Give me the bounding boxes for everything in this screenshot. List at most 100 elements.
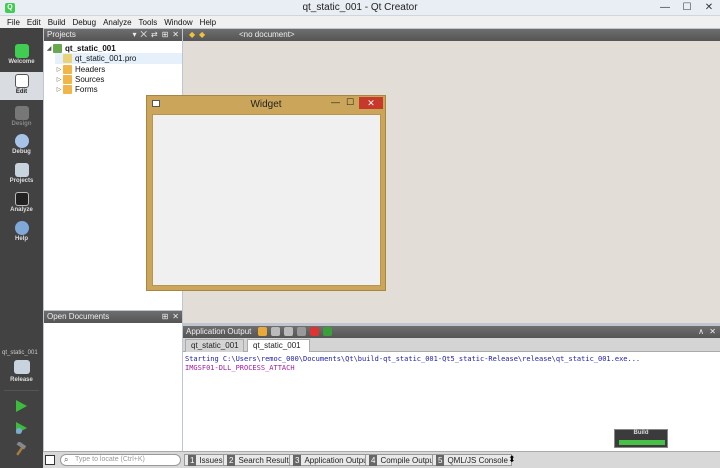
menu-build[interactable]: Build <box>48 18 66 27</box>
build-progress[interactable]: Build <box>614 429 668 448</box>
pane-qml-console[interactable]: 5 QML/JS Console <box>432 454 512 466</box>
run-icon[interactable] <box>14 399 28 413</box>
mode-bar: Welcome Edit Design Debug Projects Analy… <box>0 28 43 468</box>
pro-file-icon <box>63 54 72 63</box>
mode-design[interactable]: Design <box>0 104 43 132</box>
mode-help-label: Help <box>14 236 28 242</box>
collapse-arrow-icon[interactable]: ▷ <box>55 86 63 93</box>
more-panes-icon[interactable]: ⬍ <box>508 454 516 465</box>
tree-item-label: Headers <box>75 65 106 74</box>
output-line: Starting C:\Users\remoc_000\Documents\Qt… <box>185 355 641 363</box>
nav-forward-icon[interactable]: ◆ <box>199 30 205 39</box>
pane-compile-output[interactable]: 4 Compile Output <box>365 454 441 466</box>
application-output-header: Application Output ∧ ✕ <box>183 326 720 338</box>
pane-application-output[interactable]: 3 Application Output <box>289 454 374 466</box>
debug-run-icon[interactable] <box>14 421 28 435</box>
output-tab-label: qt_static_001 <box>191 341 239 350</box>
mode-edit[interactable]: Edit <box>0 72 43 100</box>
locator-input[interactable]: ⌕ Type to locate (Ctrl+K) <box>60 454 181 466</box>
sync-icon[interactable]: ⇄ <box>151 29 158 41</box>
hammer-build-icon[interactable] <box>14 442 28 456</box>
pane-label: Compile Output <box>380 456 437 465</box>
close-button[interactable]: ✕ <box>698 0 720 16</box>
widget-close-button[interactable]: ✕ <box>359 97 383 109</box>
sources-folder-icon <box>63 75 72 84</box>
build-progress-bar <box>619 440 665 445</box>
tree-item-pro-file[interactable]: qt_static_001.pro <box>55 53 182 64</box>
mode-projects[interactable]: Projects <box>0 161 43 189</box>
filter-tree-icon[interactable]: ⨉ <box>140 29 146 41</box>
prev-icon[interactable] <box>271 327 280 336</box>
widget-minimize-button[interactable]: — <box>331 97 340 107</box>
widget-client-area[interactable] <box>152 114 381 286</box>
mode-welcome[interactable]: Welcome <box>0 42 43 70</box>
application-output-tabs: qt_static_001✕ qt_static_001✕ <box>183 338 720 363</box>
menu-file[interactable]: File <box>7 18 20 27</box>
tree-item-forms[interactable]: ▷ Forms <box>55 84 98 95</box>
settings-icon[interactable] <box>323 327 332 336</box>
mode-projects-label: Projects <box>9 178 34 184</box>
attach-icon[interactable] <box>258 327 267 336</box>
stop-icon[interactable] <box>310 327 319 336</box>
close-panel-icon[interactable]: ✕ <box>172 311 179 323</box>
projects-panel-title[interactable]: Projects <box>47 29 76 41</box>
pane-search-results[interactable]: 2 Search Results <box>223 454 297 466</box>
monitor-icon <box>13 360 30 374</box>
menu-window[interactable]: Window <box>164 18 192 27</box>
filter-icon[interactable]: ▾ <box>132 29 136 41</box>
output-tab-1[interactable]: qt_static_001✕ <box>185 339 244 363</box>
document-selector[interactable]: <no document> <box>239 30 295 39</box>
editor-toolbar: ◆ ◆ <no document> <box>183 29 720 41</box>
design-icon <box>14 106 29 120</box>
mode-analyze[interactable]: Analyze <box>0 190 43 218</box>
tree-item-label: Sources <box>75 75 105 84</box>
output-tab-2[interactable]: qt_static_001✕ <box>247 339 310 363</box>
split-icon[interactable]: ⊞ <box>162 311 169 323</box>
collapse-arrow-icon[interactable]: ▷ <box>55 66 63 73</box>
next-icon[interactable] <box>284 327 293 336</box>
split-icon[interactable]: ⊞ <box>162 29 169 41</box>
projects-icon <box>14 163 29 177</box>
pane-issues[interactable]: 1 Issues <box>184 454 227 466</box>
application-output-title[interactable]: Application Output <box>186 327 251 336</box>
expand-arrow-icon[interactable]: ◢ <box>45 45 53 52</box>
close-panel-icon[interactable]: ✕ <box>709 326 716 338</box>
close-panel-icon[interactable]: ✕ <box>172 29 179 41</box>
maximize-button[interactable]: ☐ <box>676 0 698 16</box>
menu-debug[interactable]: Debug <box>72 18 96 27</box>
maximize-panel-icon[interactable]: ∧ <box>698 326 704 338</box>
mode-help[interactable]: Help <box>0 219 43 247</box>
help-icon <box>14 221 29 235</box>
project-folder-icon <box>53 44 62 53</box>
widget-window[interactable]: Widget — ☐ ✕ <box>146 95 386 291</box>
pane-label: Application Output <box>304 456 370 465</box>
mode-design-label: Design <box>11 121 32 127</box>
kit-selector-label[interactable]: qt_static_001 <box>2 350 38 356</box>
status-bar: ⌕ Type to locate (Ctrl+K) 1 Issues 2 Searc… <box>43 451 720 468</box>
menu-tools[interactable]: Tools <box>139 18 158 27</box>
projects-panel-header: Projects ▾ ⨉ ⇄ ⊞ ✕ <box>44 29 182 41</box>
mode-debug[interactable]: Debug <box>0 132 43 160</box>
tree-item-label: Forms <box>75 85 98 94</box>
widget-title-bar[interactable]: Widget — ☐ ✕ <box>147 96 385 111</box>
widget-maximize-button[interactable]: ☐ <box>346 97 354 108</box>
open-documents-list[interactable] <box>44 323 182 451</box>
pane-number: 5 <box>436 455 445 466</box>
output-line: IMGSF01-DLL_PROCESS_ATTACH <box>185 364 295 372</box>
debug-icon <box>14 134 29 148</box>
menu-help[interactable]: Help <box>200 18 216 27</box>
title-bar: Q qt_static_001 - Qt Creator — ☐ ✕ <box>0 0 720 16</box>
pane-number: 4 <box>369 455 378 466</box>
menu-analyze[interactable]: Analyze <box>103 18 131 27</box>
collapse-arrow-icon[interactable]: ▷ <box>55 76 63 83</box>
mode-welcome-label: Welcome <box>8 59 35 65</box>
rerun-icon[interactable] <box>297 327 306 336</box>
open-documents-title[interactable]: Open Documents <box>47 311 109 323</box>
minimize-button[interactable]: — <box>654 0 676 16</box>
toggle-sidebar-icon[interactable] <box>45 455 55 465</box>
tree-item-label: qt_static_001 <box>65 44 116 53</box>
build-config-label: Release <box>10 377 33 383</box>
menu-edit[interactable]: Edit <box>27 18 41 27</box>
nav-back-icon[interactable]: ◆ <box>189 30 195 39</box>
analyze-icon <box>14 192 29 206</box>
